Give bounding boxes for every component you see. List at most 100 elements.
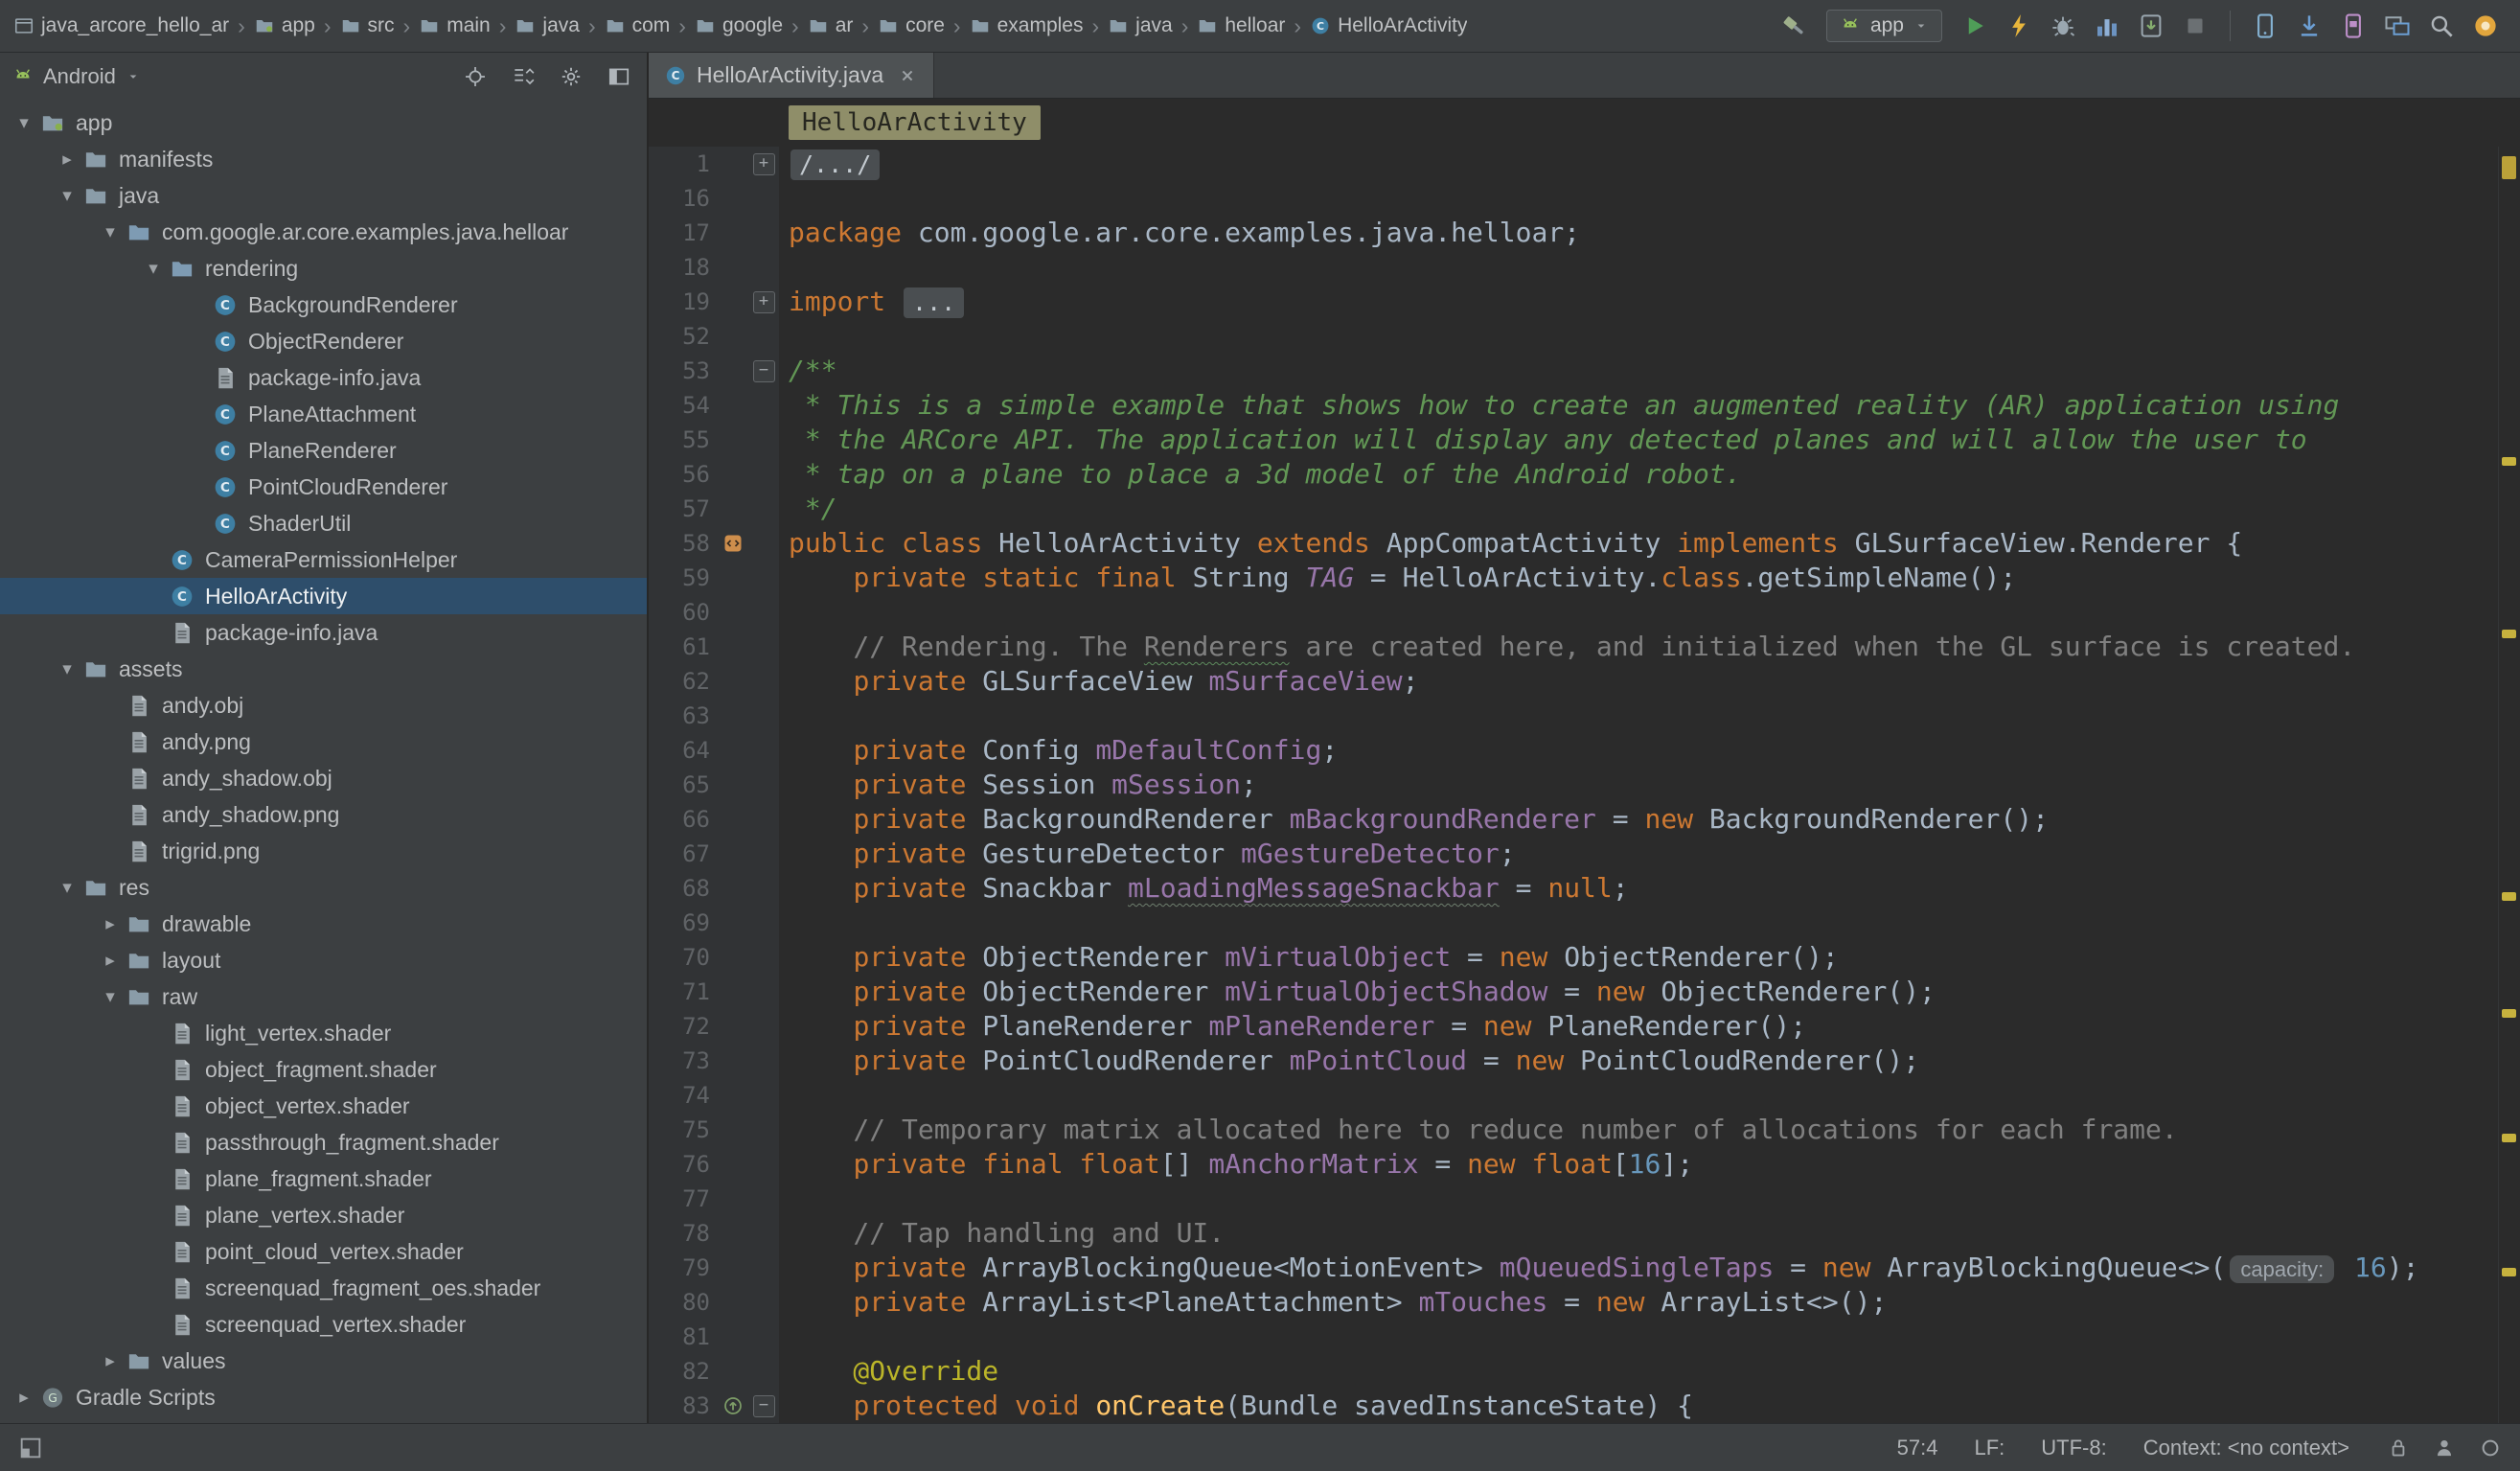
tree-item-shaderutil[interactable]: CShaderUtil xyxy=(0,505,647,541)
tree-item-plane-fragment-shader[interactable]: plane_fragment.shader xyxy=(0,1161,647,1197)
caret-position[interactable]: 57:4 xyxy=(1897,1436,1938,1460)
expand-arrow-icon[interactable]: ▸ xyxy=(96,950,125,972)
editor-tab[interactable]: C HelloArActivity.java xyxy=(649,53,934,98)
download-device-icon[interactable] xyxy=(2132,7,2170,45)
stripe-mark[interactable] xyxy=(2502,156,2516,179)
breadcrumb-item[interactable]: java xyxy=(1108,14,1173,37)
project-view-selector[interactable]: Android xyxy=(11,64,142,89)
expand-arrow-icon[interactable]: ▸ xyxy=(96,1350,125,1372)
stripe-mark[interactable] xyxy=(2502,1134,2516,1142)
tree-item-camerapermissionhelper[interactable]: CCameraPermissionHelper xyxy=(0,541,647,578)
tree-item-java[interactable]: ▾java xyxy=(0,177,647,214)
encoding-indicator[interactable]: UTF-8: xyxy=(2041,1436,2106,1460)
play-icon[interactable] xyxy=(1956,7,1994,45)
tree-item-layout[interactable]: ▸layout xyxy=(0,942,647,978)
parameter-hint[interactable]: capacity: xyxy=(2230,1255,2334,1283)
tree-item-andy-shadow-png[interactable]: andy_shadow.png xyxy=(0,796,647,833)
expand-arrow-icon[interactable]: ▸ xyxy=(53,149,81,171)
tree-item-helloaractivity[interactable]: CHelloArActivity xyxy=(0,578,647,614)
collapse-arrow-icon[interactable]: ▾ xyxy=(53,877,81,899)
bar-chart-icon[interactable] xyxy=(2088,7,2126,45)
collapse-all-icon[interactable] xyxy=(509,62,538,91)
code-text-area[interactable]: 1+/.../1617package com.google.ar.core.ex… xyxy=(649,147,2498,1423)
tree-item-plane-vertex-shader[interactable]: plane_vertex.shader xyxy=(0,1197,647,1233)
tree-item-trigrid-png[interactable]: trigrid.png xyxy=(0,833,647,869)
stop-icon[interactable] xyxy=(2176,7,2214,45)
tree-item-raw[interactable]: ▾raw xyxy=(0,978,647,1015)
fold-marker[interactable]: + xyxy=(753,291,775,313)
assistant-icon[interactable] xyxy=(2466,7,2505,45)
stripe-mark[interactable] xyxy=(2502,1009,2516,1018)
lock-icon[interactable] xyxy=(2386,1436,2411,1460)
tree-item-screenquad-fragment-oes-shader[interactable]: screenquad_fragment_oes.shader xyxy=(0,1270,647,1306)
locate-icon[interactable] xyxy=(461,62,490,91)
tree-item-objectrenderer[interactable]: CObjectRenderer xyxy=(0,323,647,359)
hammer-icon[interactable] xyxy=(1775,7,1813,45)
breadcrumb-scope-chip[interactable]: HelloArActivity xyxy=(789,105,1041,140)
down-arrow-icon[interactable] xyxy=(2290,7,2328,45)
folded-region[interactable]: /.../ xyxy=(790,149,880,180)
tree-item-res[interactable]: ▾res xyxy=(0,869,647,906)
tree-item-drawable[interactable]: ▸drawable xyxy=(0,906,647,942)
tree-item-backgroundrenderer[interactable]: CBackgroundRenderer xyxy=(0,287,647,323)
breadcrumb-item[interactable]: main xyxy=(419,14,491,37)
fold-marker[interactable]: + xyxy=(753,153,775,175)
inspector-icon[interactable] xyxy=(2432,1436,2457,1460)
stripe-mark[interactable] xyxy=(2502,892,2516,901)
tree-item-package-info-java[interactable]: package-info.java xyxy=(0,614,647,651)
tree-item-andy-obj[interactable]: andy.obj xyxy=(0,687,647,724)
hide-panel-icon[interactable] xyxy=(605,62,633,91)
bug-icon[interactable] xyxy=(2044,7,2082,45)
breadcrumb-item[interactable]: src xyxy=(340,14,395,37)
phone-icon[interactable] xyxy=(2246,7,2284,45)
tree-item-object-vertex-shader[interactable]: object_vertex.shader xyxy=(0,1088,647,1124)
stripe-mark[interactable] xyxy=(2502,457,2516,466)
tree-item-andy-shadow-obj[interactable]: andy_shadow.obj xyxy=(0,760,647,796)
breadcrumb-item[interactable]: CHelloArActivity xyxy=(1310,14,1467,37)
override-gutter-icon[interactable] xyxy=(718,1389,748,1423)
tree-item-com-google-ar-core-examples-java-helloar[interactable]: ▾com.google.ar.core.examples.java.helloa… xyxy=(0,214,647,250)
collapse-arrow-icon[interactable]: ▾ xyxy=(53,658,81,680)
dual-monitor-icon[interactable] xyxy=(2378,7,2417,45)
tree-item-assets[interactable]: ▾assets xyxy=(0,651,647,687)
fold-marker[interactable]: − xyxy=(753,1395,775,1417)
search-icon[interactable] xyxy=(2422,7,2461,45)
tree-item-point-cloud-vertex-shader[interactable]: point_cloud_vertex.shader xyxy=(0,1233,647,1270)
tree-item-manifests[interactable]: ▸manifests xyxy=(0,141,647,177)
run-config-selector[interactable]: app xyxy=(1826,10,1942,42)
expand-arrow-icon[interactable]: ▸ xyxy=(96,913,125,935)
context-indicator[interactable]: Context: <no context> xyxy=(2143,1436,2349,1460)
toggle-tool-windows-icon[interactable] xyxy=(17,1435,44,1461)
tree-item-values[interactable]: ▸values xyxy=(0,1343,647,1379)
breadcrumb-item[interactable]: examples xyxy=(970,14,1084,37)
tree-item-light-vertex-shader[interactable]: light_vertex.shader xyxy=(0,1015,647,1051)
circle-icon[interactable] xyxy=(2478,1436,2503,1460)
collapse-arrow-icon[interactable]: ▾ xyxy=(53,185,81,207)
tree-item-screenquad-vertex-shader[interactable]: screenquad_vertex.shader xyxy=(0,1306,647,1343)
breadcrumb-item[interactable]: google xyxy=(695,14,783,37)
device-explorer-icon[interactable] xyxy=(2334,7,2372,45)
collapse-arrow-icon[interactable]: ▾ xyxy=(139,258,168,280)
collapse-arrow-icon[interactable]: ▾ xyxy=(10,112,38,134)
stripe-mark[interactable] xyxy=(2502,1268,2516,1276)
gear-icon[interactable] xyxy=(557,62,585,91)
tree-item-passthrough-fragment-shader[interactable]: passthrough_fragment.shader xyxy=(0,1124,647,1161)
stripe-mark[interactable] xyxy=(2502,630,2516,638)
close-tab-icon[interactable] xyxy=(897,65,918,86)
tree-item-package-info-java[interactable]: package-info.java xyxy=(0,359,647,396)
tree-item-planerenderer[interactable]: CPlaneRenderer xyxy=(0,432,647,469)
breadcrumb-item[interactable]: com xyxy=(605,14,671,37)
tree-item-object-fragment-shader[interactable]: object_fragment.shader xyxy=(0,1051,647,1088)
breadcrumb-item[interactable]: java xyxy=(515,14,580,37)
error-stripe-scrollbar[interactable] xyxy=(2498,147,2520,1423)
tree-item-app[interactable]: ▾app xyxy=(0,104,647,141)
breadcrumb-item[interactable]: helloar xyxy=(1197,14,1285,37)
fold-marker[interactable]: − xyxy=(753,360,775,382)
expand-arrow-icon[interactable]: ▸ xyxy=(10,1387,38,1409)
collapse-arrow-icon[interactable]: ▾ xyxy=(96,221,125,243)
lightning-icon[interactable] xyxy=(2000,7,2038,45)
line-separator-indicator[interactable]: LF: xyxy=(1974,1436,2005,1460)
tree-item-planeattachment[interactable]: CPlaneAttachment xyxy=(0,396,647,432)
tree-item-rendering[interactable]: ▾rendering xyxy=(0,250,647,287)
breadcrumb-item[interactable]: core xyxy=(878,14,945,37)
